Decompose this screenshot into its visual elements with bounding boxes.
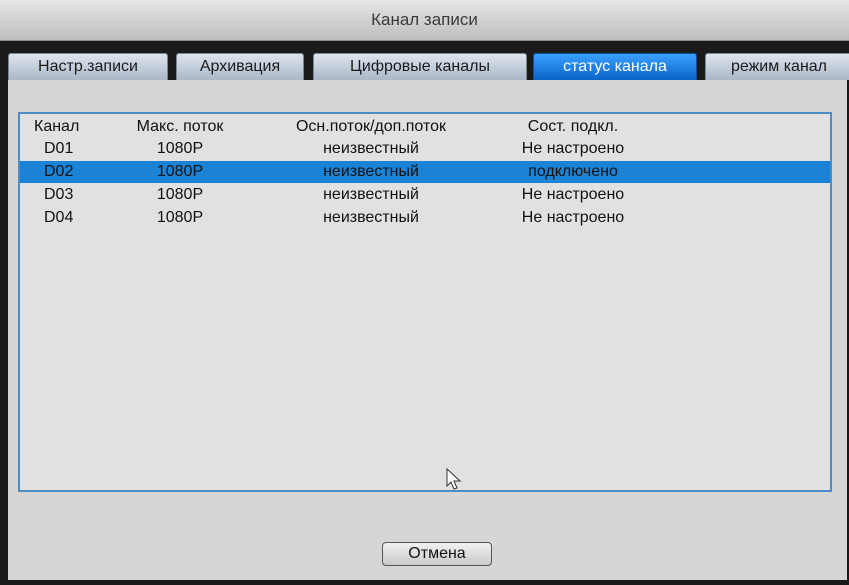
channel-status-table[interactable]: Канал Макс. поток Осн.поток/доп.поток Со…: [18, 112, 832, 492]
cell-max-stream: 1080P: [156, 209, 204, 226]
cell-status: подключено: [528, 163, 618, 180]
tab-bar: Настр.записи Архивация Цифровые каналы с…: [6, 47, 849, 80]
table-row-selected[interactable]: D02 1080P неизвестный подключено: [20, 161, 830, 183]
window-title: Канал записи: [0, 0, 849, 41]
tab-digital-channels[interactable]: Цифровые каналы: [313, 53, 527, 80]
cell-channel: D01: [44, 140, 74, 157]
dialog-window: Канал записи Настр.записи Архивация Цифр…: [0, 0, 849, 585]
cell-stream: неизвестный: [323, 209, 419, 226]
table-row[interactable]: D04 1080P неизвестный Не настроено: [20, 207, 830, 229]
tab-record-settings[interactable]: Настр.записи: [8, 53, 168, 80]
column-header-channel: Канал: [34, 118, 80, 135]
cell-stream: неизвестный: [323, 186, 419, 203]
mouse-pointer-icon: [446, 468, 462, 490]
cell-status: Не настроено: [521, 140, 625, 157]
cell-status: Не настроено: [521, 209, 625, 226]
cell-status: Не настроено: [521, 186, 625, 203]
cell-channel: D02: [44, 163, 74, 180]
column-header-status: Сост. подкл.: [527, 118, 619, 135]
table-header: Канал Макс. поток Осн.поток/доп.поток Со…: [20, 116, 830, 138]
cell-max-stream: 1080P: [156, 163, 204, 180]
cell-channel: D04: [44, 209, 74, 226]
tab-channel-mode[interactable]: режим канал: [705, 53, 849, 80]
cell-channel: D03: [44, 186, 74, 203]
column-header-stream: Осн.поток/доп.поток: [295, 118, 447, 135]
column-header-max-stream: Макс. поток: [136, 118, 224, 135]
cell-max-stream: 1080P: [156, 140, 204, 157]
cell-stream: неизвестный: [323, 163, 419, 180]
tab-archive[interactable]: Архивация: [176, 53, 304, 80]
tab-channel-status[interactable]: статус канала: [533, 53, 697, 80]
cancel-button[interactable]: Отмена: [382, 542, 492, 566]
table-row[interactable]: D03 1080P неизвестный Не настроено: [20, 184, 830, 206]
cell-max-stream: 1080P: [156, 186, 204, 203]
table-row[interactable]: D01 1080P неизвестный Не настроено: [20, 138, 830, 160]
cell-stream: неизвестный: [323, 140, 419, 157]
